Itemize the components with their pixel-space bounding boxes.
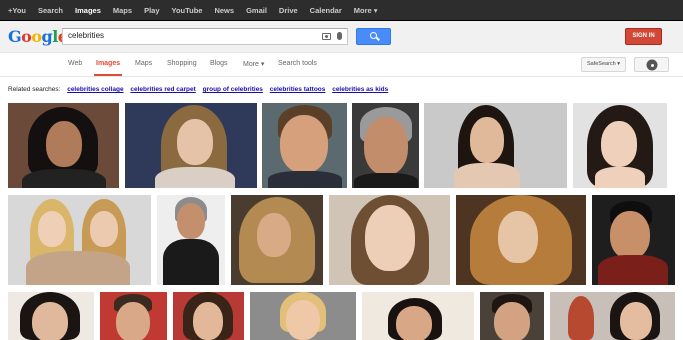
related-link[interactable]: celebrities tattoos bbox=[270, 86, 326, 93]
tab-maps[interactable]: Maps bbox=[135, 60, 152, 67]
image-result[interactable] bbox=[362, 292, 474, 340]
image-result[interactable] bbox=[352, 103, 419, 188]
image-result[interactable] bbox=[125, 103, 257, 188]
related-searches-label: Related searches: bbox=[8, 86, 61, 93]
image-result[interactable] bbox=[550, 292, 675, 340]
settings-button[interactable] bbox=[634, 57, 669, 72]
tab-web[interactable]: Web bbox=[68, 60, 82, 67]
topnav-calendar[interactable]: Calendar bbox=[310, 6, 342, 15]
image-result[interactable] bbox=[573, 103, 667, 188]
topnav-images[interactable]: Images bbox=[75, 6, 101, 15]
image-result[interactable] bbox=[8, 292, 94, 340]
image-result[interactable] bbox=[250, 292, 356, 340]
topnav-you[interactable]: +You bbox=[8, 6, 26, 15]
topnav-maps[interactable]: Maps bbox=[113, 6, 132, 15]
image-result[interactable] bbox=[157, 195, 225, 285]
image-result[interactable] bbox=[173, 292, 244, 340]
image-result[interactable] bbox=[329, 195, 450, 285]
topnav-gmail[interactable]: Gmail bbox=[246, 6, 267, 15]
image-result[interactable] bbox=[262, 103, 347, 188]
camera-icon[interactable] bbox=[322, 33, 331, 40]
image-result[interactable] bbox=[8, 195, 151, 285]
topnav-search[interactable]: Search bbox=[38, 6, 63, 15]
related-link[interactable]: celebrities collage bbox=[67, 86, 123, 93]
topnav-news[interactable]: News bbox=[214, 6, 234, 15]
active-tab-indicator bbox=[94, 74, 122, 76]
topnav-youtube[interactable]: YouTube bbox=[172, 6, 203, 15]
related-link[interactable]: celebrities red carpet bbox=[130, 86, 195, 93]
image-result[interactable] bbox=[100, 292, 167, 340]
tab-blogs[interactable]: Blogs bbox=[210, 60, 228, 67]
image-result[interactable] bbox=[424, 103, 567, 188]
search-button[interactable] bbox=[356, 28, 391, 45]
related-searches: Related searches: celebrities collage ce… bbox=[8, 86, 388, 93]
related-link[interactable]: celebrities as kids bbox=[332, 86, 388, 93]
image-result[interactable] bbox=[8, 103, 119, 188]
tab-shopping[interactable]: Shopping bbox=[167, 60, 197, 67]
search-icon bbox=[370, 32, 377, 39]
related-link[interactable]: group of celebrities bbox=[203, 86, 263, 93]
tab-more[interactable]: More ▾ bbox=[243, 60, 264, 68]
gear-icon bbox=[648, 61, 656, 69]
image-result[interactable] bbox=[480, 292, 544, 340]
topnav-drive[interactable]: Drive bbox=[279, 6, 298, 15]
google-logo[interactable]: Google bbox=[8, 27, 68, 46]
image-result[interactable] bbox=[231, 195, 323, 285]
sign-in-button[interactable]: SIGN IN bbox=[625, 28, 662, 45]
top-nav-bar: +You Search Images Maps Play YouTube New… bbox=[0, 0, 683, 21]
image-result[interactable] bbox=[592, 195, 675, 285]
image-result[interactable] bbox=[456, 195, 586, 285]
topnav-more[interactable]: More ▾ bbox=[354, 6, 378, 15]
search-header: Google celebrities SIGN IN bbox=[0, 21, 683, 53]
search-input[interactable]: celebrities bbox=[62, 28, 348, 45]
safesearch-dropdown[interactable]: SafeSearch ▾ bbox=[581, 57, 626, 72]
microphone-icon[interactable] bbox=[337, 32, 342, 40]
search-query-text: celebrities bbox=[68, 31, 105, 40]
tab-search-tools[interactable]: Search tools bbox=[278, 60, 317, 67]
topnav-play[interactable]: Play bbox=[144, 6, 159, 15]
tab-images[interactable]: Images bbox=[96, 60, 120, 67]
